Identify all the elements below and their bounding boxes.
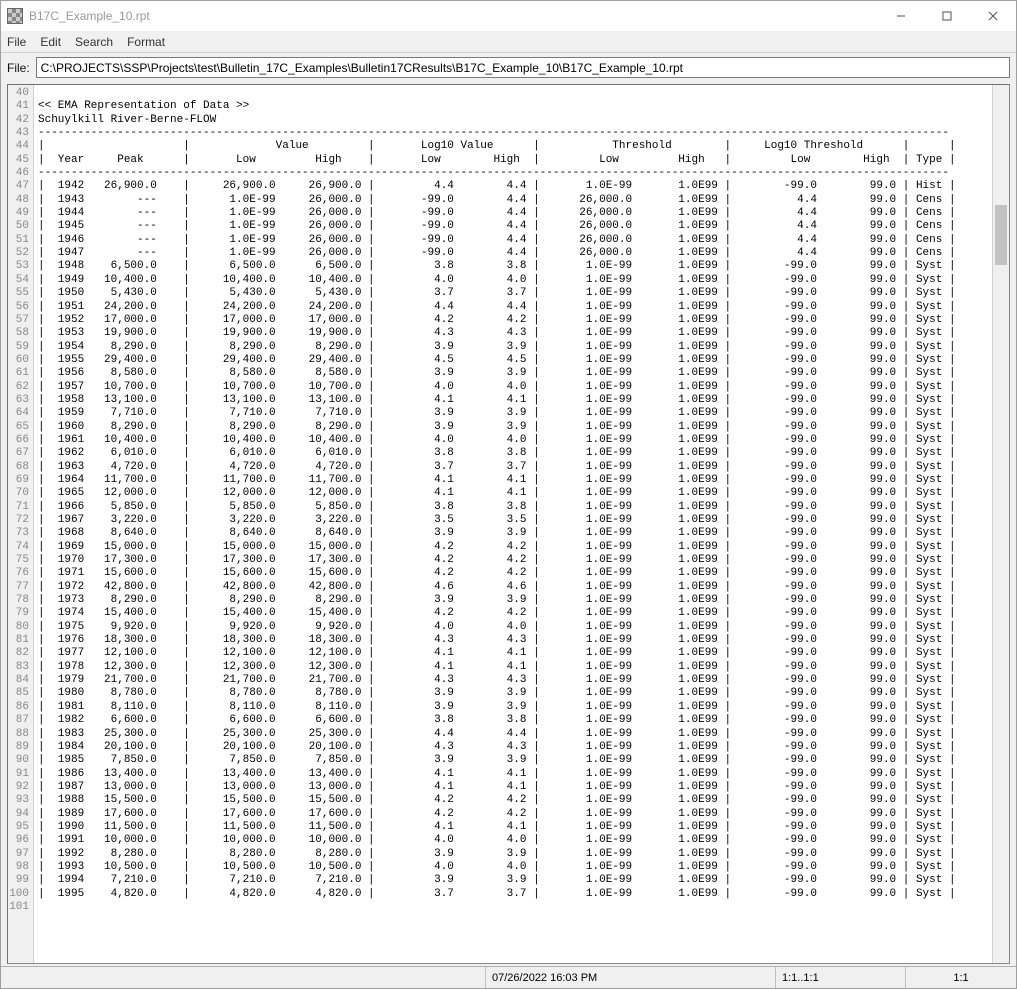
minimize-button[interactable] [878, 1, 924, 31]
menubar: File Edit Search Format [1, 31, 1016, 53]
app-icon [7, 8, 23, 24]
text-content[interactable]: << EMA Representation of Data >> Schuylk… [34, 85, 1009, 963]
maximize-button[interactable] [924, 1, 970, 31]
app-window: B17C_Example_10.rpt File Edit Search For… [0, 0, 1017, 989]
window-title: B17C_Example_10.rpt [29, 9, 878, 23]
status-bar: 07/26/2022 16:03 PM 1:1..1:1 1:1 [1, 966, 1016, 988]
status-spacer [1, 967, 486, 988]
status-ratio: 1:1 [906, 967, 1016, 988]
titlebar[interactable]: B17C_Example_10.rpt [1, 1, 1016, 31]
close-button[interactable] [970, 1, 1016, 31]
file-path-input[interactable] [36, 57, 1010, 78]
scrollbar-thumb[interactable] [995, 205, 1007, 265]
menu-file[interactable]: File [7, 35, 26, 49]
status-position: 1:1..1:1 [776, 967, 906, 988]
editor-pane: 40 41 42 43 44 45 46 47 48 49 50 51 52 5… [7, 84, 1010, 964]
text-editor[interactable]: 40 41 42 43 44 45 46 47 48 49 50 51 52 5… [8, 85, 1009, 963]
menu-format[interactable]: Format [127, 35, 165, 49]
status-datetime: 07/26/2022 16:03 PM [486, 967, 776, 988]
file-label: File: [7, 61, 30, 75]
file-path-row: File: [1, 53, 1016, 82]
menu-search[interactable]: Search [75, 35, 113, 49]
line-number-gutter: 40 41 42 43 44 45 46 47 48 49 50 51 52 5… [8, 85, 34, 963]
vertical-scrollbar[interactable] [992, 85, 1009, 963]
menu-edit[interactable]: Edit [40, 35, 61, 49]
